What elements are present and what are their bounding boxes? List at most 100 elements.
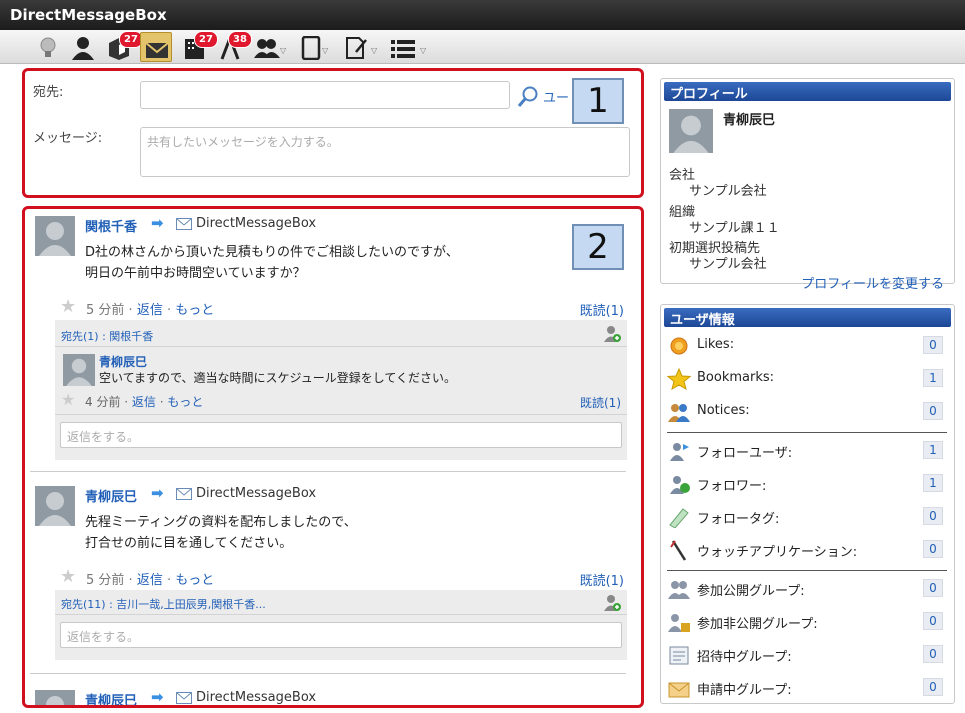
star-icon[interactable]: ★	[60, 296, 76, 317]
reply-input[interactable]: 返信をする。	[60, 422, 622, 448]
toolbar: 27 27 38 ▽ ▽ ▽ ▽	[0, 30, 965, 64]
user-select-link[interactable]: ユー	[543, 87, 569, 106]
stat-row-followers[interactable]: フォロワー: 1	[667, 471, 949, 497]
user-icon	[72, 37, 94, 60]
read-status[interactable]: 既読(1)	[580, 394, 621, 411]
message-input[interactable]: 共有したいメッセージを入力する。	[140, 127, 630, 177]
company-button[interactable]: 27	[178, 31, 218, 62]
post-destination[interactable]: DirectMessageBox	[196, 216, 316, 231]
stat-row-applying-groups[interactable]: 申請中グループ: 0	[667, 675, 949, 701]
stat-row-watch-apps[interactable]: ウォッチアプリケーション: 0	[667, 537, 949, 563]
stat-row-bookmarks[interactable]: Bookmarks: 1	[667, 366, 949, 392]
star-icon[interactable]: ★	[61, 390, 75, 409]
invite-icon	[669, 646, 689, 665]
tag-icon	[669, 508, 689, 528]
message-button[interactable]	[140, 32, 172, 62]
recipients-line[interactable]: 宛先(11) : 吉川一哉,上田辰男,関根千香...	[61, 596, 266, 612]
compass-icon	[670, 540, 687, 561]
group-icon	[254, 39, 280, 58]
avatar	[35, 690, 75, 705]
profile-button[interactable]	[67, 32, 97, 62]
reply-link[interactable]: 返信	[132, 395, 156, 409]
idea-button[interactable]	[33, 32, 63, 62]
callout-2: 2	[572, 224, 624, 270]
stat-row-private-groups[interactable]: 参加非公開グループ: 0	[667, 609, 949, 635]
reply-time: 4 分前	[85, 395, 121, 409]
more-link[interactable]: もっと	[175, 303, 214, 318]
stat-row-likes[interactable]: Likes: 0	[667, 333, 949, 359]
to-label: 宛先:	[33, 85, 64, 100]
stat-row-public-groups[interactable]: 参加公開グループ: 0	[667, 576, 949, 602]
chevron-down-icon: ▽	[420, 46, 427, 55]
group-menu-button[interactable]: ▽	[250, 32, 290, 62]
avatar	[35, 216, 75, 256]
arrow-right-icon: ➡	[151, 214, 164, 232]
stat-count: 0	[923, 336, 943, 354]
divider	[667, 570, 947, 571]
avatar	[669, 109, 713, 153]
divider	[667, 432, 947, 433]
reply-area: 宛先(1) : 関根千香 青柳辰巳 空いてますので、適当な時間にスケジュール登録…	[55, 320, 627, 460]
star-icon[interactable]: ★	[60, 566, 76, 587]
list-menu-button[interactable]: ▽	[386, 32, 428, 62]
stat-label: ウォッチアプリケーション:	[697, 545, 858, 560]
reply-meta: 4 分前 · 返信 · もっと	[85, 395, 204, 409]
profile-name: 青柳辰巳	[723, 113, 776, 128]
post-meta: 5 分前 · 返信 · もっと	[86, 573, 215, 588]
avatar	[35, 486, 75, 526]
user-silhouette-icon	[66, 358, 92, 386]
stat-label: Notices:	[697, 403, 750, 418]
post-author[interactable]: 関根千香	[85, 216, 137, 235]
mail-icon	[176, 488, 192, 500]
stat-label: Likes:	[697, 337, 735, 352]
edit-menu-button[interactable]: ▽	[340, 32, 380, 62]
reply-link[interactable]: 返信	[137, 303, 163, 318]
user-info-header: ユーザ情報	[664, 308, 951, 328]
stat-label: 申請中グループ:	[697, 683, 792, 698]
read-status[interactable]: 既読(1)	[580, 570, 624, 589]
stat-row-invited-groups[interactable]: 招待中グループ: 0	[667, 642, 949, 668]
post-destination[interactable]: DirectMessageBox	[196, 486, 316, 501]
add-user-icon[interactable]	[603, 594, 621, 612]
mobile-menu-button[interactable]: ▽	[296, 32, 332, 62]
users-notice-icon	[668, 404, 690, 422]
post-body-line: 先程ミーティングの資料を配布しましたので、	[85, 515, 357, 530]
message-label: メッセージ:	[33, 131, 103, 146]
post-time: 5 分前	[86, 573, 125, 588]
reply-link[interactable]: 返信	[137, 573, 163, 588]
stat-count: 0	[923, 402, 943, 420]
app-badge: 38	[228, 31, 252, 48]
stat-label: フォロワー:	[697, 479, 767, 494]
reply-author[interactable]: 青柳辰巳	[99, 353, 147, 370]
add-user-icon[interactable]	[603, 325, 621, 343]
post-destination[interactable]: DirectMessageBox	[196, 690, 316, 705]
stat-row-follow-users[interactable]: フォローユーザ: 1	[667, 438, 949, 464]
arrow-right-icon: ➡	[151, 484, 164, 502]
main-page: 宛先: ユー メッセージ: 共有したいメッセージを入力する。 1 関根千香 ➡ …	[0, 64, 965, 713]
search-icon[interactable]	[517, 86, 539, 108]
user-silhouette-icon	[39, 222, 71, 256]
stat-row-notices[interactable]: Notices: 0	[667, 399, 949, 425]
recipients-line[interactable]: 宛先(1) : 関根千香	[61, 328, 153, 344]
timeline-button[interactable]: 27	[103, 31, 143, 62]
edit-profile-link[interactable]: プロフィールを変更する	[801, 273, 944, 292]
post-author[interactable]: 青柳辰巳	[85, 486, 137, 505]
divider	[30, 471, 626, 472]
post-author[interactable]: 青柳辰巳	[85, 690, 137, 705]
company-value: サンプル会社	[689, 184, 767, 199]
stat-count: 0	[923, 645, 943, 663]
timeline-panel: 関根千香 ➡ DirectMessageBox D社の林さんから頂いた見積もりの…	[22, 206, 644, 708]
to-input[interactable]	[140, 81, 510, 109]
more-link[interactable]: もっと	[167, 395, 203, 409]
app-button[interactable]: 38	[214, 31, 252, 62]
read-status[interactable]: 既読(1)	[580, 300, 624, 319]
compose-panel: 宛先: ユー メッセージ: 共有したいメッセージを入力する。	[22, 68, 644, 198]
reply-input[interactable]: 返信をする。	[60, 622, 622, 648]
divider	[30, 673, 626, 674]
more-link[interactable]: もっと	[175, 573, 214, 588]
chevron-down-icon: ▽	[322, 46, 329, 55]
stat-label: フォロータグ:	[697, 512, 780, 527]
stat-row-follow-tags[interactable]: フォロータグ: 0	[667, 504, 949, 530]
stat-count: 1	[923, 474, 943, 492]
reply-area: 宛先(11) : 吉川一哉,上田辰男,関根千香... 返信をする。	[55, 590, 627, 660]
